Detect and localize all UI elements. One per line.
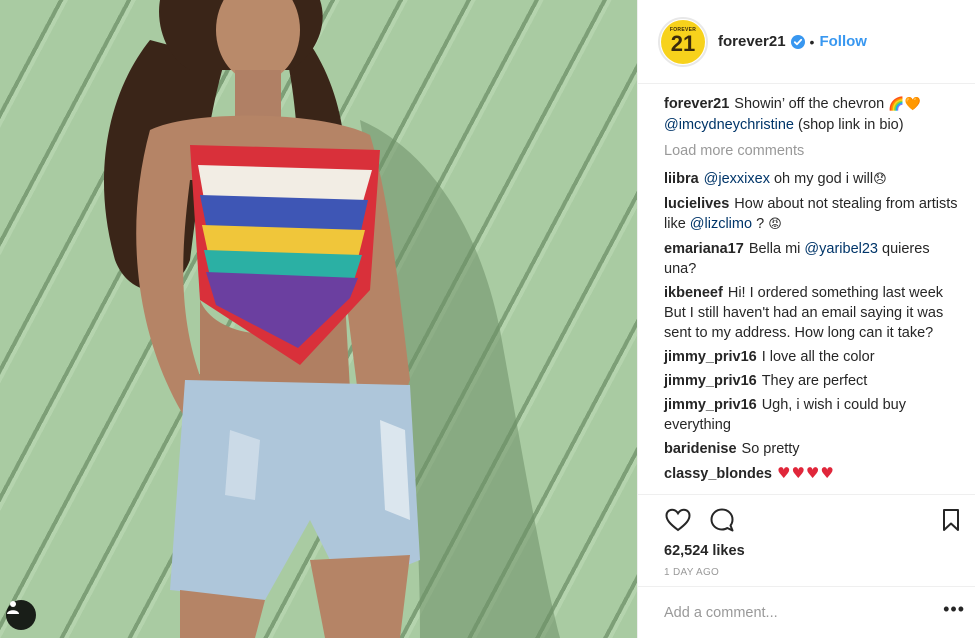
action-row — [664, 505, 965, 535]
comment-input[interactable] — [664, 604, 944, 621]
comments-list: forever21 Showin’ off the chevron 🌈🧡 @imc… — [638, 84, 975, 494]
comment: jimmy_priv16 Ugh, i wish i could buy ever… — [664, 395, 959, 435]
logo-text-number: 21 — [670, 31, 696, 56]
profile-avatar[interactable]: FOREVER 21 — [658, 16, 708, 67]
post-photo[interactable] — [0, 0, 637, 638]
comment-text: I love all the color — [761, 349, 875, 365]
comment-username[interactable]: classy_blondes — [664, 466, 772, 482]
caption-text: Showin’ off the chevron — [734, 96, 885, 112]
photo-illustration — [103, 0, 560, 638]
follow-button[interactable]: Follow — [819, 33, 867, 50]
post-header: FOREVER 21 forever21 • Follow — [638, 0, 975, 84]
comment-text: Bella mi — [748, 241, 801, 257]
comment-username[interactable]: jimmy_priv16 — [664, 349, 757, 365]
more-options-button[interactable]: ••• — [943, 599, 965, 626]
comment-username[interactable]: emariana17 — [664, 241, 744, 257]
caption-emoji: 🌈🧡 — [888, 97, 921, 112]
tagged-user-icon[interactable] — [6, 600, 36, 630]
comment: ikbeneef Hi! I ordered something last wee… — [664, 283, 959, 343]
comment: jimmy_priv16 They are perfect — [664, 371, 959, 391]
post-timestamp[interactable]: 1 DAY AGO — [664, 567, 965, 578]
comment: liibra @jexxixex oh my god i will😞 — [664, 169, 959, 190]
person-icon — [7, 601, 19, 614]
like-button[interactable] — [664, 506, 692, 534]
verified-badge-icon — [790, 34, 805, 49]
bookmark-icon — [943, 509, 959, 531]
comment: baridenise So pretty — [664, 439, 959, 459]
comment-username[interactable]: liibra — [664, 171, 699, 187]
comment-suffix: ? — [756, 216, 765, 232]
comment-emoji: 😞 — [873, 172, 887, 187]
comment-mention[interactable]: @jexxixex — [704, 171, 770, 187]
comment-button[interactable] — [708, 506, 736, 534]
comment-username[interactable]: lucielives — [664, 196, 729, 212]
caption-mention[interactable]: @imcydneychristine — [664, 117, 794, 133]
comment: jimmy_priv16 I love all the color — [664, 347, 959, 367]
comment-text: They are perfect — [761, 373, 868, 389]
caption-username[interactable]: forever21 — [664, 96, 729, 112]
comment-mention[interactable]: @lizclimo — [690, 216, 752, 232]
add-comment-bar: ••• — [638, 586, 975, 638]
speech-bubble-icon — [710, 508, 734, 532]
hearts-emoji: ♥♥♥♥ — [777, 464, 835, 482]
save-button[interactable] — [937, 506, 965, 534]
comment-mention[interactable]: @yaribel23 — [804, 241, 878, 257]
comment-username[interactable]: baridenise — [664, 441, 737, 457]
header-separator: • — [809, 33, 815, 50]
comment: emariana17 Bella mi @yaribel23 quieres un… — [664, 239, 959, 279]
comment-text: oh my god i will — [773, 171, 874, 187]
comment-username[interactable]: jimmy_priv16 — [664, 373, 757, 389]
comment-text: So pretty — [741, 441, 800, 457]
comment-emoji: 😡 — [768, 217, 782, 232]
caption-suffix: (shop link in bio) — [798, 117, 904, 133]
comment: lucielives How about not stealing from ar… — [664, 194, 959, 235]
comment-username[interactable]: ikbeneef — [664, 285, 723, 301]
comment-username[interactable]: jimmy_priv16 — [664, 397, 757, 413]
post-actions: 62,524 likes 1 DAY AGO — [638, 494, 975, 586]
forever21-logo: FOREVER 21 — [661, 19, 705, 64]
load-more-comments-link[interactable]: Load more comments — [664, 141, 959, 161]
heart-icon — [665, 508, 691, 532]
comment: classy_blondes ♥♥♥♥ — [664, 463, 959, 484]
header-username[interactable]: forever21 — [718, 33, 786, 50]
instagram-post: FOREVER 21 forever21 • Follow forever21 S… — [0, 0, 975, 638]
caption: forever21 Showin’ off the chevron 🌈🧡 @imc… — [664, 94, 959, 135]
likes-count[interactable]: 62,524 likes — [664, 543, 965, 559]
post-side-panel: FOREVER 21 forever21 • Follow forever21 S… — [637, 0, 975, 638]
